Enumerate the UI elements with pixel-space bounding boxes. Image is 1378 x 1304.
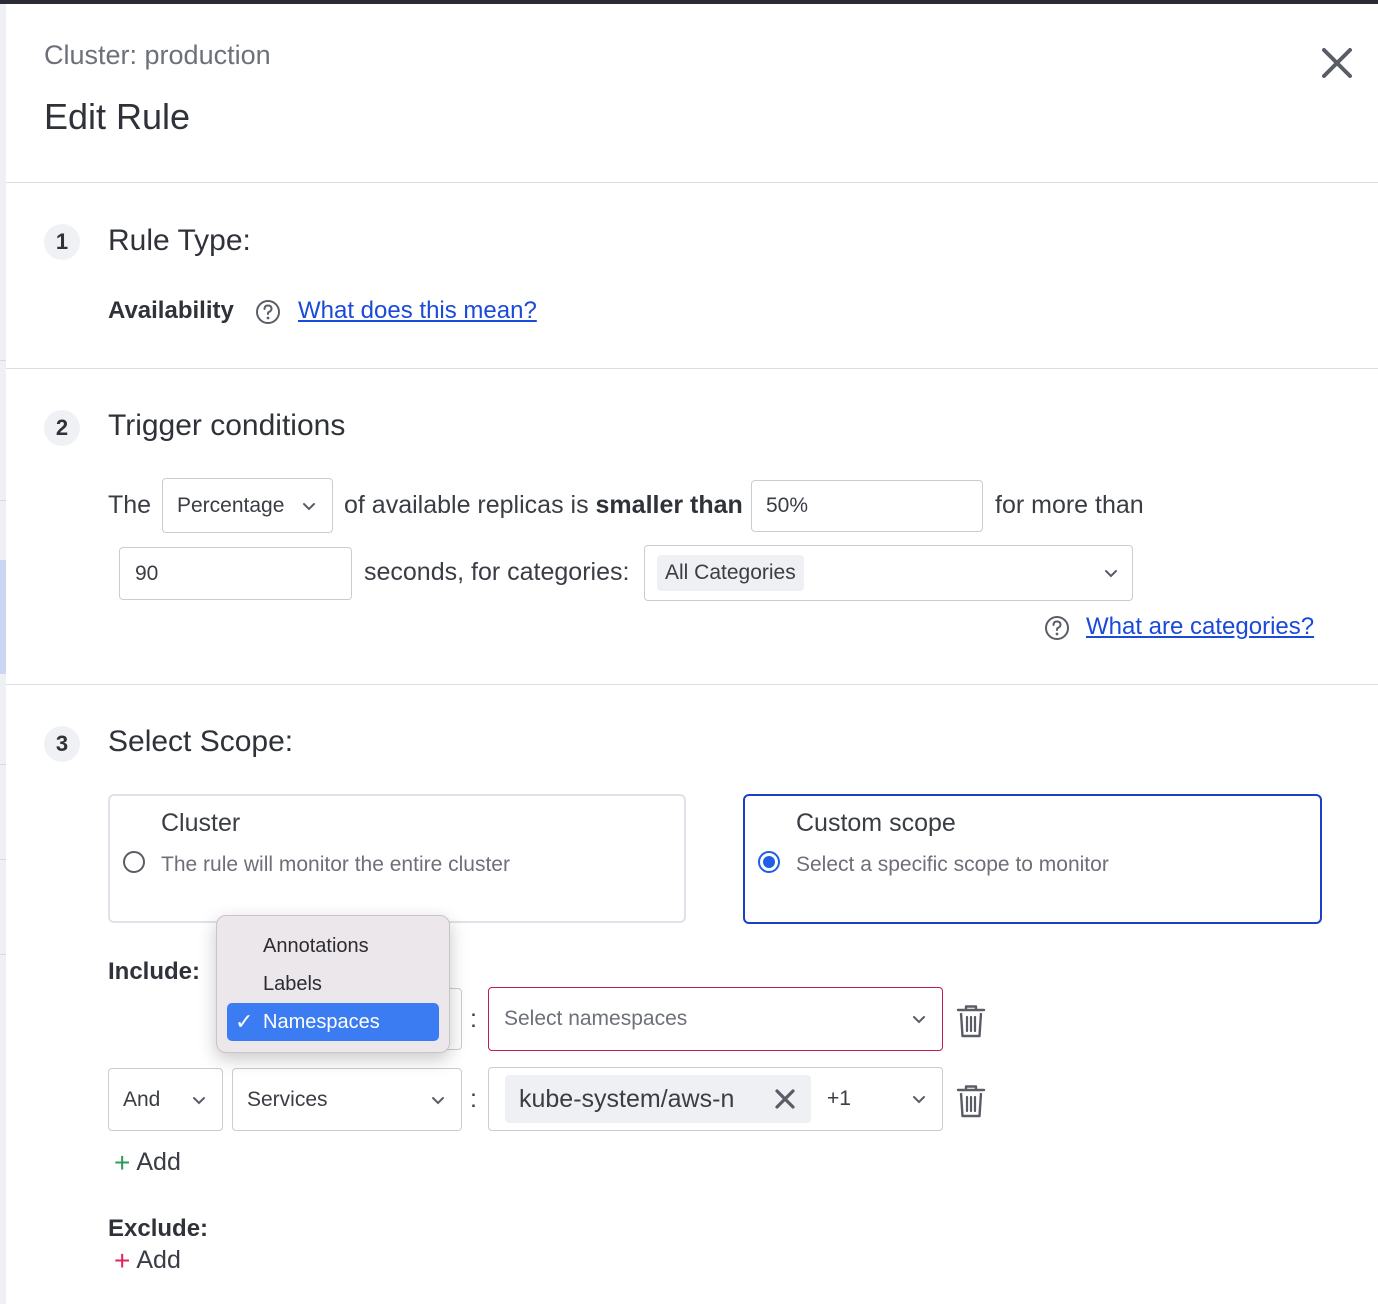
include-key-value: Services	[247, 1087, 328, 1111]
service-chip: kube-system/aws-n	[505, 1075, 811, 1123]
duration-text: seconds, for categories:	[364, 558, 630, 586]
checkmark-icon: ✓	[235, 1009, 254, 1034]
help-circle-icon	[255, 299, 281, 325]
step-1-divider	[6, 368, 1378, 369]
scope-option-cluster-description: The rule will monitor the entire cluster	[161, 853, 510, 876]
trigger-comparator: smaller than	[595, 491, 743, 519]
step-2-title: Trigger conditions	[108, 409, 346, 442]
categories-select[interactable]: All Categories	[644, 545, 1133, 601]
scope-option-custom[interactable]: Custom scope Select a specific scope to …	[743, 794, 1322, 924]
dropdown-option-namespaces[interactable]: ✓ Namespaces	[227, 1003, 439, 1041]
step-1-number: 1	[44, 224, 80, 260]
more-count: +1	[827, 1087, 851, 1110]
duration-input-value: 90	[135, 561, 159, 585]
dropdown-option-annotations[interactable]: Annotations	[263, 935, 369, 958]
chevron-down-icon	[432, 1096, 444, 1104]
dropdown-option-namespaces-label: Namespaces	[263, 1010, 380, 1033]
trash-icon[interactable]	[954, 1083, 988, 1119]
page-title: Edit Rule	[44, 96, 191, 137]
rule-type-value: Availability	[108, 297, 234, 324]
step-2-divider	[6, 684, 1378, 685]
include-key-select-services[interactable]: Services	[232, 1068, 462, 1131]
operator-select-value: And	[123, 1087, 161, 1111]
key-dropdown-menu: Annotations Labels ✓ Namespaces	[216, 915, 450, 1053]
header-divider	[6, 182, 1378, 183]
scope-option-custom-description: Select a specific scope to monitor	[796, 853, 1109, 876]
include-label: Include:	[108, 958, 201, 985]
trigger-middle-text: of available replicas is smaller than	[344, 491, 743, 520]
trigger-prefix-text: The	[108, 491, 152, 519]
include-add-button[interactable]: + Add	[114, 1148, 181, 1177]
help-circle-icon	[1044, 615, 1070, 641]
operator-select[interactable]: And	[108, 1068, 223, 1131]
cluster-label: Cluster: production	[44, 40, 271, 70]
rule-type-help-link[interactable]: What does this mean?	[298, 297, 537, 325]
step-3-title: Select Scope:	[108, 725, 294, 758]
measure-select[interactable]: Percentage	[162, 478, 333, 533]
dropdown-option-labels[interactable]: Labels	[263, 973, 322, 996]
plus-icon: +	[114, 1244, 131, 1276]
chevron-down-icon	[193, 1096, 205, 1104]
edit-rule-panel: Cluster: production Edit Rule 1 Rule Typ…	[6, 4, 1378, 1304]
plus-icon: +	[114, 1146, 131, 1178]
scope-custom-radio[interactable]	[758, 851, 780, 873]
trigger-middle-plain: of available replicas is	[344, 491, 589, 519]
step-3-number: 3	[44, 726, 80, 762]
scope-option-cluster-title: Cluster	[161, 809, 241, 837]
chevron-down-icon	[913, 1016, 925, 1024]
exclude-add-button[interactable]: + Add	[114, 1246, 181, 1275]
step-2-number: 2	[44, 410, 80, 446]
remove-chip-icon[interactable]	[773, 1087, 797, 1111]
threshold-input-value: 50%	[766, 494, 809, 517]
key-value-separator: :	[470, 1005, 477, 1033]
exclude-label: Exclude:	[108, 1215, 209, 1242]
scope-cluster-radio[interactable]	[123, 851, 145, 873]
key-value-separator: :	[470, 1085, 477, 1113]
service-chip-label: kube-system/aws-n	[519, 1084, 735, 1113]
scope-option-cluster[interactable]: Cluster The rule will monitor the entire…	[108, 794, 686, 923]
exclude-add-label: Add	[136, 1246, 181, 1274]
measure-select-value: Percentage	[177, 493, 285, 517]
trigger-suffix-text: for more than	[995, 491, 1144, 519]
step-1-title: Rule Type:	[108, 224, 251, 257]
namespaces-select[interactable]: Select namespaces	[488, 987, 943, 1051]
scope-option-custom-title: Custom scope	[796, 809, 956, 837]
services-select[interactable]: kube-system/aws-n +1	[488, 1067, 943, 1131]
include-add-label: Add	[136, 1148, 181, 1176]
duration-input[interactable]: 90	[119, 547, 352, 600]
namespaces-select-placeholder: Select namespaces	[504, 1007, 688, 1030]
threshold-input[interactable]: 50%	[751, 480, 983, 532]
categories-chip: All Categories	[657, 555, 804, 591]
chevron-down-icon	[1105, 570, 1117, 578]
trash-icon[interactable]	[954, 1003, 988, 1039]
chevron-down-icon	[913, 1096, 925, 1104]
categories-help-link[interactable]: What are categories?	[1086, 613, 1314, 641]
close-icon[interactable]	[1316, 42, 1358, 84]
chevron-down-icon	[303, 502, 315, 510]
